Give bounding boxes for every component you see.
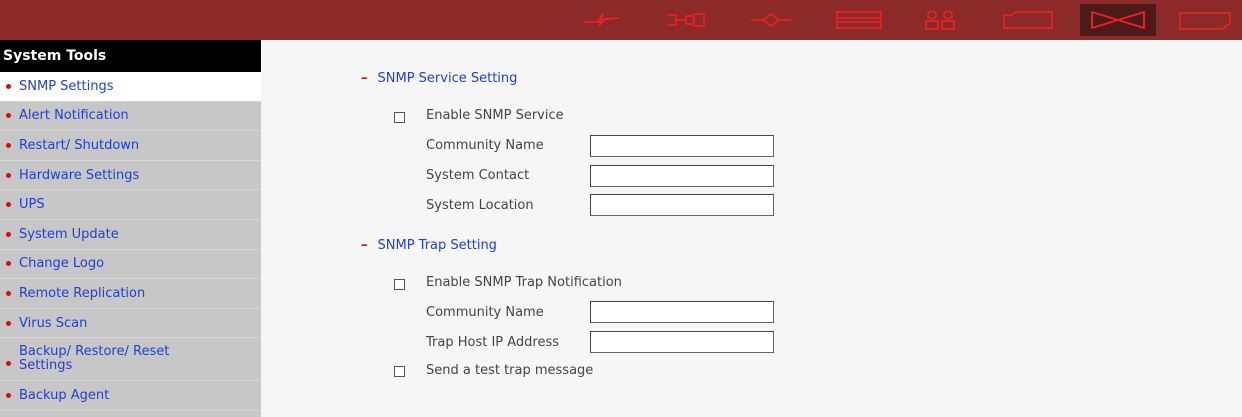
system-location-input[interactable]: [590, 194, 774, 216]
sidebar-item-hardware-settings[interactable]: Hardware Settings: [0, 161, 261, 191]
system-tools-icon[interactable]: [1080, 4, 1156, 36]
enable-snmp-service-checkbox[interactable]: [394, 112, 405, 123]
send-test-trap-label: Send a test trap message: [426, 363, 594, 378]
sidebar: System Tools SNMP Settings Alert Notific…: [0, 40, 261, 417]
logs-icon[interactable]: [1175, 6, 1235, 34]
bullet-icon: [6, 172, 11, 178]
sidebar-item-label: Restart/ Shutdown: [19, 137, 140, 153]
sidebar-item-ups[interactable]: UPS: [0, 190, 261, 220]
enable-snmp-service-label: Enable SNMP Service: [426, 108, 564, 123]
bullet-icon: [6, 320, 11, 326]
bullet-icon: [6, 231, 11, 237]
snmp-trap-section-title: – SNMP Trap Setting: [361, 238, 497, 253]
sidebar-item-restart-shutdown[interactable]: Restart/ Shutdown: [0, 131, 261, 161]
sidebar-item-remote-replication[interactable]: Remote Replication: [0, 279, 261, 309]
sidebar-item-label: SNMP Settings: [19, 78, 114, 94]
sidebar-item-label: Remote Replication: [19, 285, 146, 301]
main-panel: – SNMP Service Setting Enable SNMP Servic…: [261, 40, 1242, 417]
services-icon[interactable]: [745, 6, 797, 34]
system-contact-label: System Contact: [426, 168, 530, 183]
sidebar-item-label: Change Logo: [19, 256, 105, 272]
sidebar-item-change-logo[interactable]: Change Logo: [0, 250, 261, 280]
enable-snmp-trap-label: Enable SNMP Trap Notification: [426, 275, 622, 290]
system-contact-input[interactable]: [590, 165, 774, 187]
system-location-label: System Location: [426, 198, 534, 213]
bullet-icon: [6, 202, 11, 208]
collapse-icon[interactable]: –: [361, 71, 368, 86]
enable-snmp-trap-checkbox[interactable]: [394, 279, 405, 290]
community-name-label: Community Name: [426, 138, 544, 153]
users-icon[interactable]: [914, 6, 966, 34]
sidebar-item-label: UPS: [19, 197, 45, 213]
share-icon[interactable]: [996, 6, 1060, 34]
sidebar-item-alert-notification[interactable]: Alert Notification: [0, 102, 261, 132]
devices-icon[interactable]: [660, 6, 712, 34]
sidebar-item-label: Alert Notification: [19, 108, 129, 124]
network-icon[interactable]: [575, 6, 627, 34]
bullet-icon: [6, 393, 11, 399]
sidebar-item-virus-scan[interactable]: Virus Scan: [0, 309, 261, 339]
sidebar-item-label: Virus Scan: [19, 315, 88, 331]
trap-community-name-input[interactable]: [590, 301, 774, 323]
sidebar-item-snmp-settings[interactable]: SNMP Settings: [0, 72, 261, 102]
sidebar-item-label: Backup Agent: [19, 388, 110, 404]
trap-community-name-label: Community Name: [426, 305, 544, 320]
bullet-icon: [6, 361, 11, 367]
snmp-service-section-title: – SNMP Service Setting: [361, 71, 517, 86]
top-toolbar: [0, 0, 1242, 40]
bullet-icon: [6, 142, 11, 148]
trap-host-ip-label: Trap Host IP Address: [426, 335, 560, 350]
sidebar-title: System Tools: [0, 40, 261, 72]
sidebar-item-label: System Update: [19, 226, 119, 242]
disk-icon[interactable]: [833, 6, 885, 34]
bullet-icon: [6, 83, 11, 89]
community-name-input[interactable]: [590, 135, 774, 157]
bullet-icon: [6, 113, 11, 119]
send-test-trap-checkbox[interactable]: [394, 366, 405, 377]
section-title-text: SNMP Service Setting: [377, 71, 518, 86]
collapse-icon[interactable]: –: [361, 238, 368, 253]
bullet-icon: [6, 290, 11, 296]
bullet-icon: [6, 261, 11, 267]
sidebar-item-label: Backup/ Restore/ Reset Settings: [19, 344, 170, 374]
sidebar-item-label: Hardware Settings: [19, 167, 140, 183]
section-title-text: SNMP Trap Setting: [377, 238, 497, 253]
sidebar-item-system-update[interactable]: System Update: [0, 220, 261, 250]
sidebar-item-backup-restore-reset[interactable]: Backup/ Restore/ Reset Settings: [0, 338, 261, 382]
trap-host-ip-input[interactable]: [590, 331, 774, 353]
sidebar-item-backup-agent[interactable]: Backup Agent: [0, 381, 261, 411]
